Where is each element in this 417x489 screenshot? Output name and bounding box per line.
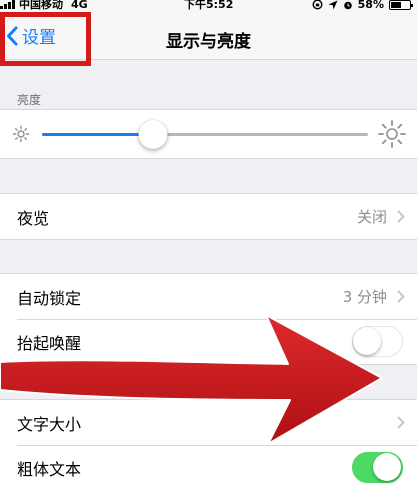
bold-text-row: 粗体文本 [0,445,417,489]
night-shift-label: 夜览 [17,208,50,228]
night-shift-group: 夜览 关闭 [0,193,417,240]
location-icon [328,0,338,9]
status-bar: 中国移动 4G 下午5:52 58% [0,0,417,12]
lock-group: 自动锁定 3 分钟 抬起唤醒 [0,273,417,365]
nav-bar: 设置 显示与亮度 [0,12,417,60]
text-size-label: 文字大小 [17,414,82,434]
sun-large-icon [378,120,406,148]
text-group: 文字大小 粗体文本 [0,399,417,489]
bold-text-toggle[interactable] [352,452,403,483]
network-type: 4G [71,0,88,11]
brightness-slider-thumb[interactable] [138,120,168,149]
status-left: 中国移动 4G [0,0,88,10]
brightness-section-header: 亮度 [17,93,42,107]
carrier-name: 中国移动 [19,0,63,11]
raise-to-wake-row: 抬起唤醒 [0,319,417,364]
auto-lock-value: 3 分钟 [342,288,387,306]
status-right: 58% [312,0,413,11]
chevron-right-icon [397,210,405,223]
bold-text-label: 粗体文本 [17,459,82,479]
auto-lock-row[interactable]: 自动锁定 3 分钟 [0,274,417,319]
toggle-knob [353,327,381,355]
display-brightness-screen: 中国移动 4G 下午5:52 58% 设置 显示与亮度 亮度 夜览 关闭 自动锁… [0,0,417,489]
toggle-knob [373,453,401,481]
raise-to-wake-toggle[interactable] [352,326,403,357]
battery-icon [389,0,413,10]
brightness-row [0,109,417,159]
night-shift-value: 关闭 [356,208,387,226]
auto-lock-label: 自动锁定 [17,288,82,308]
signal-icon [0,0,15,9]
chevron-right-icon [397,416,405,429]
status-time: 下午5:52 [184,0,234,11]
raise-to-wake-label: 抬起唤醒 [17,333,82,353]
chevron-right-icon [397,290,405,303]
page-title: 显示与亮度 [166,32,251,52]
sun-small-icon [12,125,30,143]
night-shift-row[interactable]: 夜览 关闭 [0,194,417,239]
alarm-icon [343,1,352,9]
battery-percent: 58% [357,0,384,11]
text-size-row[interactable]: 文字大小 [0,400,417,445]
brightness-slider[interactable] [42,120,368,149]
orientation-lock-icon [312,0,323,10]
brightness-slider-fill [42,133,153,136]
